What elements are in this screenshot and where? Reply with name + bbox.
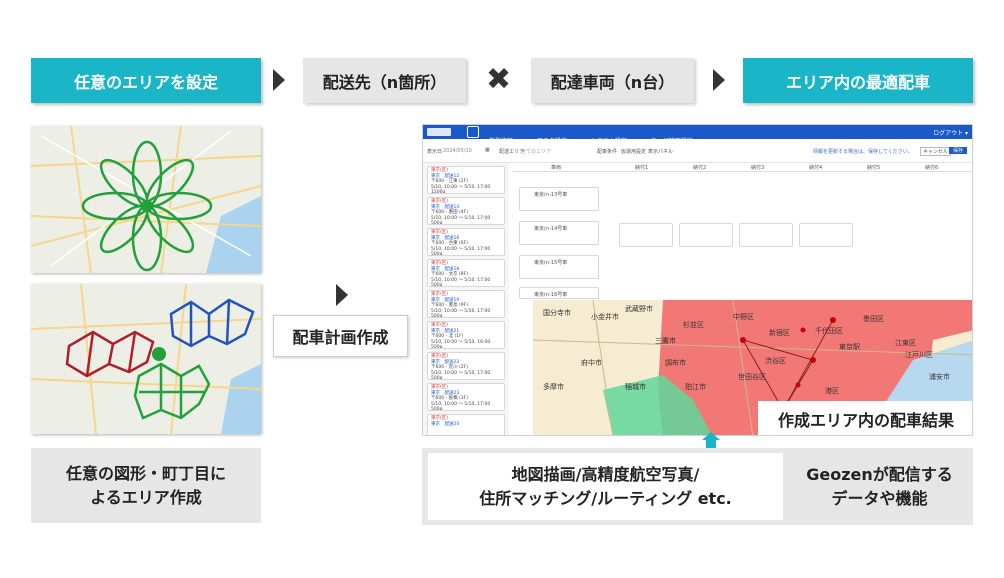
order-qty: 500g (431, 314, 443, 318)
stop-card[interactable] (619, 223, 673, 247)
geozen-caption: Geozenが配信する データや機能 (806, 464, 953, 508)
route-card[interactable]: 東京(n-14号車 (519, 221, 599, 245)
map-label: 渋谷区 (765, 356, 786, 365)
map-label: 国分寺市 (543, 308, 571, 317)
step-vehicles: 配達車両（n台） (531, 58, 694, 103)
grid-icon[interactable] (467, 126, 479, 138)
order-qty: 500g (431, 283, 443, 287)
route-card[interactable]: 東京(n-15号車 (519, 255, 599, 279)
map-label: 東京駅 (839, 342, 860, 351)
map-flower-shape (31, 126, 261, 273)
map-label: 港区 (825, 386, 839, 395)
multiply-icon: ✖ (486, 62, 512, 97)
route-card[interactable]: 東京(n-13号車 (519, 187, 599, 211)
arrow-right-icon (336, 284, 348, 306)
map-label: 江戸川区 (905, 351, 933, 359)
map-label: 狛江市 (685, 382, 706, 391)
step-optimal-dispatch: エリア内の最適配車 (743, 58, 973, 103)
map-label: 調布市 (665, 358, 686, 367)
order-list: 東京(区) 東京 配送12 〒600 - 江東 (2F) 5/10, 10:00 〜 … (423, 163, 509, 435)
calendar-icon[interactable]: ▦ (485, 147, 490, 153)
result-map: 国分寺市 小金井市 武蔵野市三鷹市 中野区新宿区 千代田区 墨田区江東区調布市 府中市狛江市… (533, 300, 972, 435)
map-label: 世田谷区 (738, 372, 766, 381)
map-town-shapes (31, 284, 261, 434)
vehicle-table: 車両 納付1 納付2 納付3 納付4 納付5 納付6 東京(n-13号車 東京(… (513, 163, 972, 300)
order-qty: 1200g (431, 190, 446, 194)
features-list: 地図描画/高精度航空写真/ 住所マッチング/ルーティング etc. (428, 453, 783, 520)
app-header: 集配依頼 ▾ マスタ設定 ▾ システム設定 ▾ ユーザ管理設定 ▾ ログアウト … (423, 125, 972, 145)
map-label: 小金井市 (591, 312, 619, 321)
logout-button[interactable]: ログアウト ▾ (933, 128, 968, 137)
map-label: 稲城市 (625, 382, 646, 391)
order-card[interactable]: 東京(区) 東京 配送23 〒600 - 板橋 (3F) 5/10, 10:00 〜 … (427, 383, 505, 411)
cancel-button[interactable]: キャンセル (920, 147, 952, 156)
arrow-up-icon (702, 432, 720, 440)
order-card[interactable]: 東京(区) 東京 配送16 〒600 - 台東 (6F) 5/10, 10:00 〜 … (427, 228, 505, 256)
save-button[interactable]: 保存 (949, 147, 968, 154)
reload-button[interactable]: 配車条件 (597, 148, 617, 155)
order-card[interactable]: 東京(区) 東京 配送19 〒600 - 豊島 (9F) 5/10, 10:00 〜 … (427, 290, 505, 318)
step-area-setting: 任意のエリアを設定 (31, 58, 261, 103)
step-destinations: 配送先（n箇所） (303, 58, 466, 103)
map-label: 武蔵野市 (625, 304, 653, 313)
map-label: 三鷹市 (655, 336, 676, 345)
order-card[interactable]: 東京(区) 東京 配送21 〒600 - 北 (1F) 5/10, 10:00 〜 5… (427, 321, 505, 349)
map-label: 千代田区 (815, 326, 843, 335)
order-title: 東京 配送24 (431, 421, 460, 427)
flower-area-map (31, 126, 261, 273)
order-card[interactable]: 東京(区) 東京 配送14 〒600 - 墨田 (4F) 5/10, 10:00 〜 … (427, 197, 505, 225)
order-qty: 500g (431, 252, 443, 256)
order-card[interactable]: 東京(区) 東京 配送24 (427, 414, 505, 435)
order-card[interactable]: 東京(区) 東京 配送22 〒600 - 荒川 (2F) 5/10, 10:00 〜 … (427, 352, 505, 380)
dispatch-plan-label: 配車計画作成 (273, 315, 408, 357)
panel-button[interactable]: 表示パネル (648, 148, 673, 155)
town-area-map (31, 284, 261, 434)
order-qty: 500g (431, 221, 443, 225)
map-label: 多摩市 (543, 382, 564, 391)
stop-card[interactable] (739, 223, 793, 247)
map-label: 墨田区 (863, 315, 884, 323)
route-card[interactable]: 東京(n-16号車 (519, 287, 599, 299)
area-select[interactable]: 全てのエリア (521, 148, 551, 155)
map-label: 浦安市 (929, 372, 950, 381)
map-label: 新宿区 (769, 328, 790, 337)
dispatch-app-screenshot: 集配依頼 ▾ マスタ設定 ▾ システム設定 ▾ ユーザ管理設定 ▾ ログアウト … (422, 124, 973, 436)
arrow-right-icon (713, 69, 725, 91)
temp-setting-button[interactable]: 仮運用設定 (621, 148, 646, 155)
map-label: 中野区 (733, 312, 754, 321)
order-card[interactable]: 東京(区) 東京 配送12 〒600 - 江東 (2F) 5/10, 10:00 〜 … (427, 166, 505, 194)
table-header: 車両 納付1 納付2 納付3 納付4 納付5 納付6 (513, 163, 972, 172)
map-label: 江東区 (895, 338, 916, 347)
order-qty: 500g (431, 376, 443, 380)
order-qty: 500g (431, 345, 443, 349)
map-label: 府中市 (581, 358, 602, 367)
stop-card[interactable] (799, 223, 853, 247)
app-logo (427, 128, 451, 136)
result-label: 作成エリア内の配車結果 (758, 401, 972, 435)
order-card[interactable]: 東京(区) 東京 配送18 〒600 - 文京 (8F) 5/10, 10:00 〜 … (427, 259, 505, 287)
arrow-up-stem (706, 440, 716, 448)
area-creation-caption: 任意の図形・町丁目に よるエリア作成 (31, 448, 261, 523)
map-label: 杉並区 (683, 320, 704, 329)
order-qty: 500g (431, 407, 443, 411)
app-toolbar: 表示日 2024/05/10 ▦ 配送エリア 全てのエリア 配車条件 仮運用設定… (423, 139, 972, 163)
arrow-right-icon (273, 69, 285, 91)
stop-card[interactable] (679, 223, 733, 247)
date-input[interactable]: 2024/05/10 (443, 148, 472, 154)
